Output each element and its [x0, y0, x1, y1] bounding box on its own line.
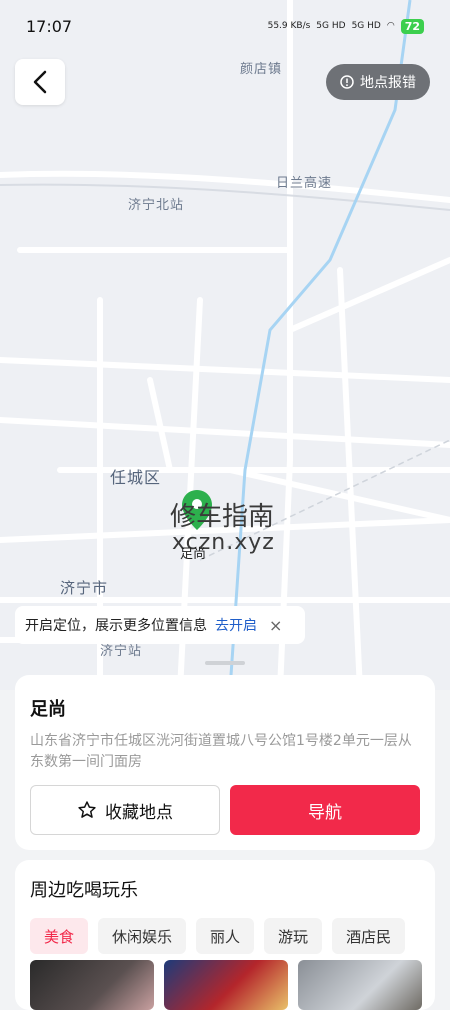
wifi-icon: ◠ [386, 21, 395, 31]
map-label-rencheng: 任城区 [110, 468, 162, 487]
thumbnail-image[interactable] [164, 960, 288, 1010]
favorite-button[interactable]: 收藏地点 [30, 785, 220, 835]
poi-label: 足尚 [180, 547, 207, 562]
map-label-yandian: 颜店镇 [240, 62, 283, 77]
place-detail-card: 足尚 山东省济宁市任城区洸河街道置城八号公馆1号楼2单元一层从东数第一间门面房 … [15, 675, 435, 850]
tab-hotel[interactable]: 酒店民 [332, 918, 406, 954]
favorite-label: 收藏地点 [105, 802, 173, 823]
status-time: 17:07 [26, 16, 73, 36]
chevron-left-icon [33, 70, 47, 94]
report-label: 地点报错 [360, 75, 416, 91]
battery-level: 72 [400, 18, 424, 34]
enable-location-link[interactable]: 去开启 [215, 615, 257, 635]
nearby-thumbnails [30, 960, 422, 1010]
watermark-cn: 修车指南 [170, 502, 275, 532]
nearby-section: 周边吃喝玩乐 美食 休闲娱乐 丽人 游玩 酒店民 [15, 860, 435, 1010]
navigate-label: 导航 [308, 802, 342, 823]
signal-2: 5G HD [351, 21, 381, 31]
section-title: 周边吃喝玩乐 [30, 880, 138, 901]
alert-circle-icon [340, 75, 354, 89]
navigate-button[interactable]: 导航 [230, 785, 420, 835]
tab-beauty[interactable]: 丽人 [196, 918, 255, 954]
location-permission-banner: 开启定位，展示更多位置信息 去开启 × [15, 606, 305, 644]
net-speed: 55.9 KB/s [267, 21, 311, 31]
map-view[interactable]: 颜店镇 日兰高速 济宁北站 任城区 济宁市 济宁站 修车指南 xczn.xyz … [0, 0, 450, 690]
tab-food[interactable]: 美食 [30, 918, 89, 954]
map-label-jining-city: 济宁市 [60, 579, 109, 597]
status-bar: 17:07 55.9 KB/s 5G HD 5G HD ◠ 72 [0, 0, 450, 52]
map-label-rilan-highway: 日兰高速 [276, 176, 333, 191]
place-name: 足尚 [30, 699, 66, 720]
tab-leisure[interactable]: 休闲娱乐 [98, 918, 187, 954]
close-icon[interactable]: × [269, 616, 282, 635]
tab-tour[interactable]: 游玩 [264, 918, 323, 954]
sheet-drag-handle[interactable] [205, 661, 245, 665]
star-icon [78, 801, 96, 818]
map-label-jining-north: 济宁北站 [128, 198, 185, 213]
signal-1: 5G HD [316, 21, 346, 31]
thumbnail-image[interactable] [30, 960, 154, 1010]
banner-text: 开启定位，展示更多位置信息 [25, 618, 207, 634]
thumbnail-image[interactable] [298, 960, 422, 1010]
category-tabs: 美食 休闲娱乐 丽人 游玩 酒店民 [30, 918, 420, 954]
place-address: 山东省济宁市任城区洸河街道置城八号公馆1号楼2单元一层从东数第一间门面房 [30, 733, 412, 770]
back-button[interactable] [15, 59, 65, 105]
report-location-error-button[interactable]: 地点报错 [326, 64, 430, 100]
